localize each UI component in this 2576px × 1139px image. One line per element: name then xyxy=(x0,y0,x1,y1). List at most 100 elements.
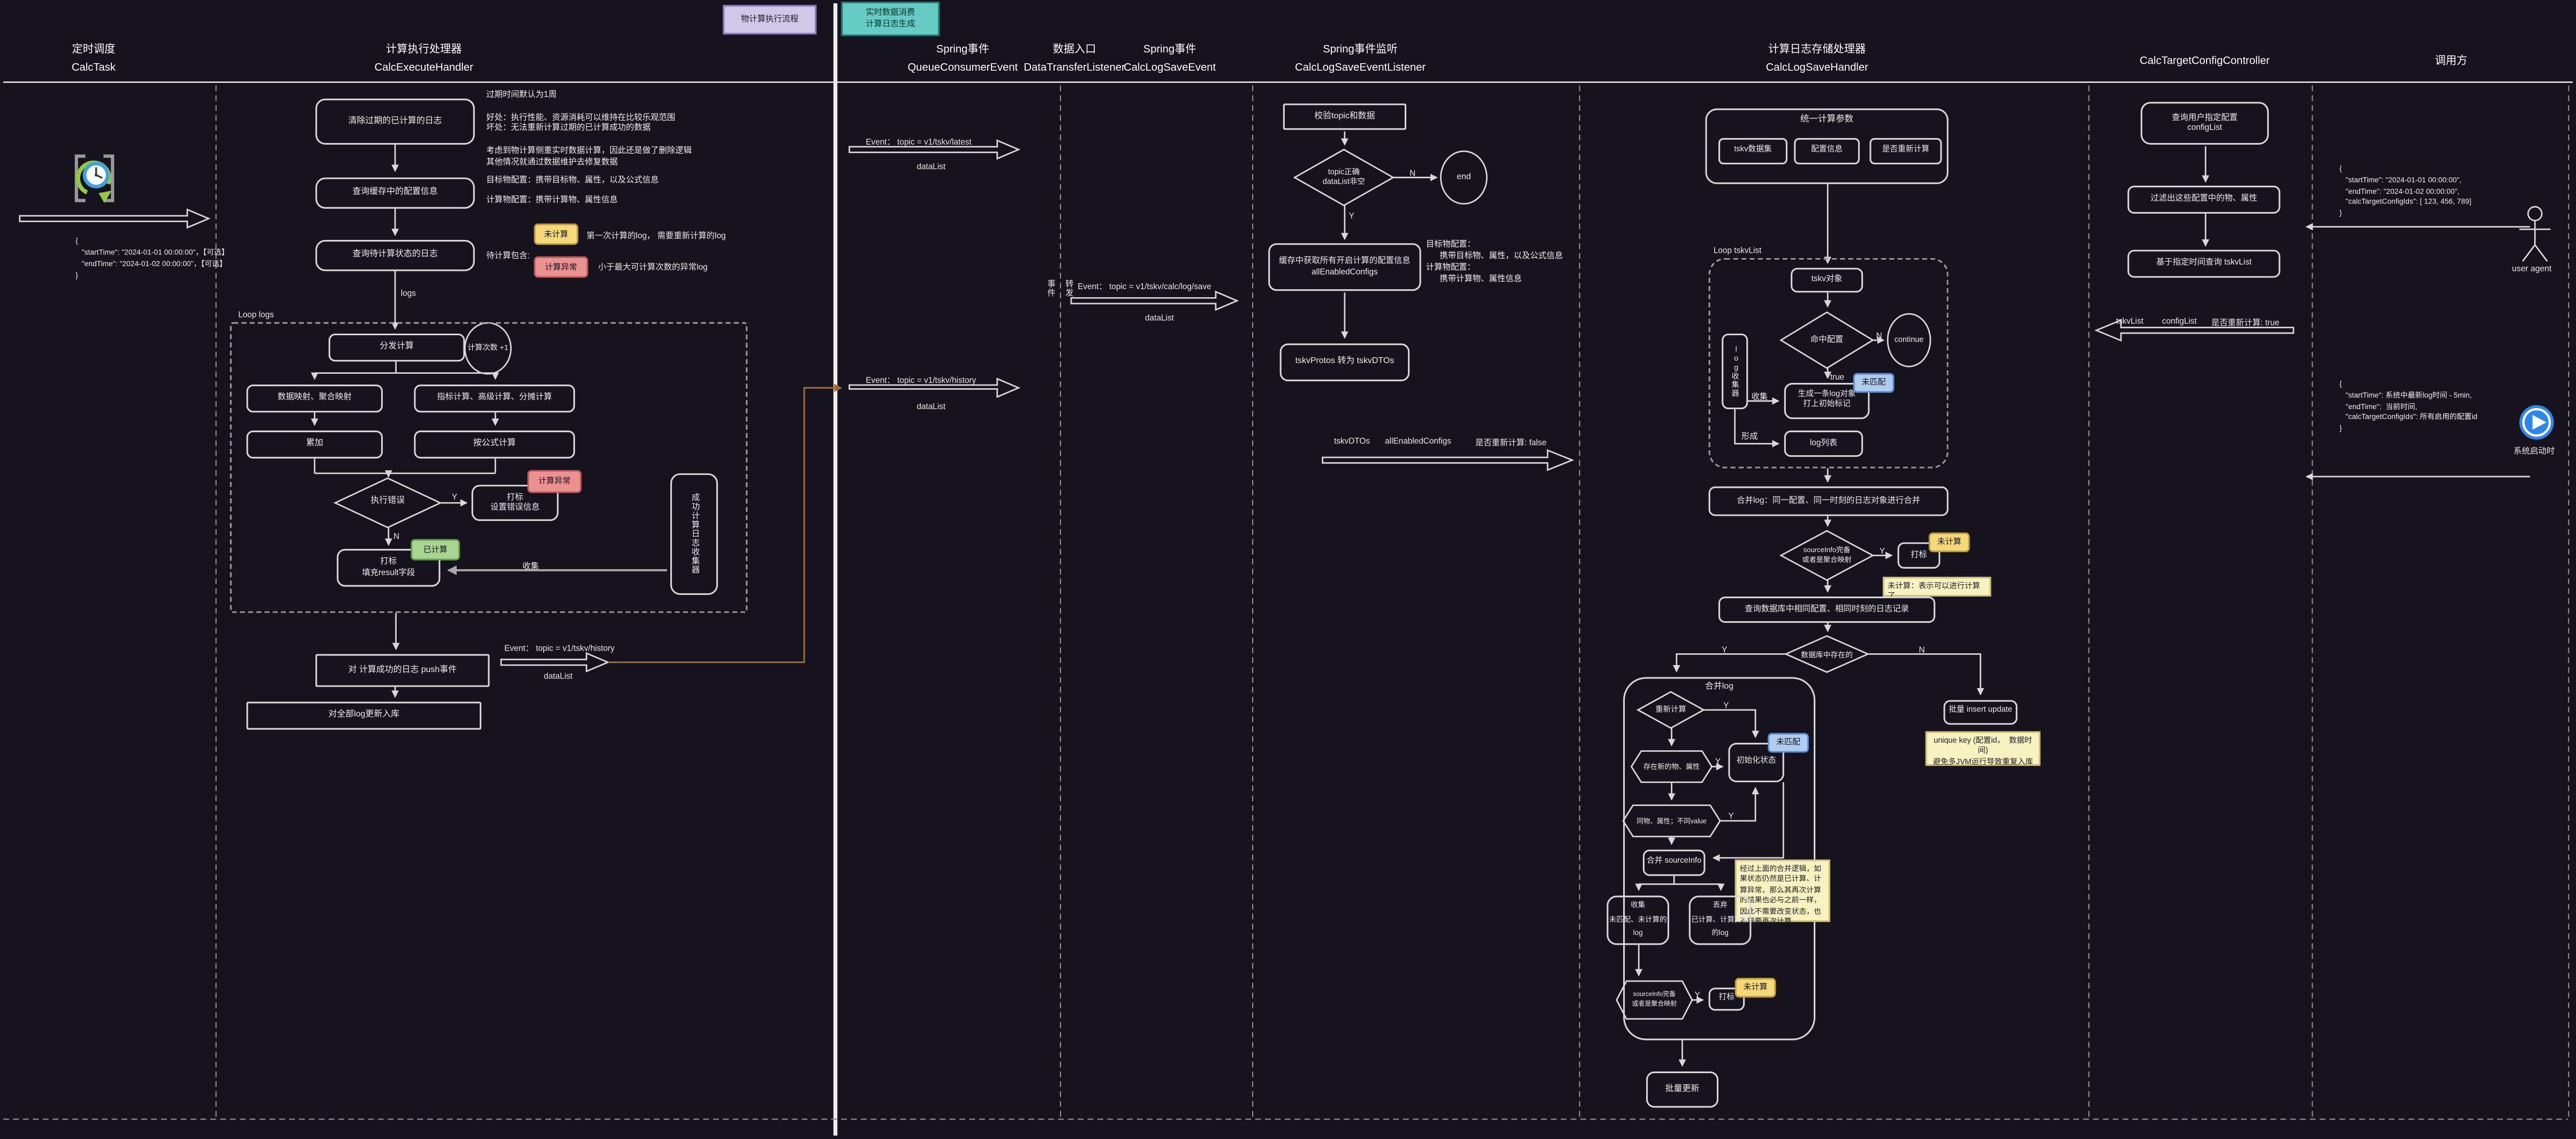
participant-caller: 调用方 xyxy=(2435,54,2467,71)
task-request-payload-note: { "startTime": "2024-01-01 00:00:00"，【可选… xyxy=(75,237,229,283)
node-filter-things: 过滤出这些配置中的物、属性 xyxy=(2127,186,2280,214)
flow-section-badge: 物计算执行流程 xyxy=(723,5,816,34)
out-recalc-false-label: 是否重新计算: false xyxy=(1475,437,1547,448)
branch-yes-label: Y xyxy=(1695,990,1700,1000)
out-configs-label: allEnabledConfigs xyxy=(1385,437,1451,447)
forward-label-right: 转发 xyxy=(1064,280,1075,298)
branch-no-label: N xyxy=(1919,645,1925,655)
forward-label-left: 事件 xyxy=(1045,280,1057,298)
logs-arrow-label: logs xyxy=(401,289,416,299)
participant-datatransferlistener: 数据入口 DataTransferListener xyxy=(1024,43,1125,78)
note-clear-expired: 过期时间默认为1周 好处：执行性能、资源消耗可以维持在比较乐观范围 坏处：无法重… xyxy=(486,90,692,168)
user-agent-label: user agent xyxy=(2512,265,2551,274)
participant-title: Spring事件 xyxy=(1124,43,1216,60)
ret-tskvlist-label: tskvList xyxy=(2116,316,2143,326)
loop-tskvlist-label: Loop tskvList xyxy=(1712,246,1763,255)
hex-sourceinfo2-label: sourceInfo完备 或者是聚合映射 xyxy=(1617,987,1692,1009)
node-get-enabled-configs: 缓存中获取所有开启计算的配置信息 allEnabledConfigs xyxy=(1268,243,1421,291)
participant-title: 定时调度 xyxy=(72,43,116,60)
node-indicator-calc: 指标计算、高级计算、分摊计算 xyxy=(414,384,575,412)
node-success-log-collector: 成功计算日志收集器 xyxy=(670,473,718,595)
system-startup-label: 系统启动时 xyxy=(2513,444,2555,456)
node-tskv-object: tskv对象 xyxy=(1791,268,1863,292)
node-batch-insert-update: 批量 insert update xyxy=(1944,700,2018,725)
node-query-pending-logs: 查询待计算状态的日志 xyxy=(315,240,475,271)
participant-title: 计算执行处理器 xyxy=(375,43,473,60)
caller-request-payload-note: { "startTime": "2024-01-01 00:00:00", "e… xyxy=(2339,164,2471,220)
participant-subtitle: CalcExecuteHandler xyxy=(375,60,473,77)
diagram-viewport: 物计算执行流程 实时数据消费 计算日志生成 定时调度 CalcTask 计算执行… xyxy=(0,0,2576,1139)
branch-yes-label: Y xyxy=(452,493,457,503)
merge-log-container-label: 合并log xyxy=(1623,681,1815,692)
user-agent-icon xyxy=(2519,207,2550,261)
node-param-recalc-flag: 是否重新计算 xyxy=(1869,138,1942,164)
node-log-collector: log收集器 xyxy=(1722,334,1748,409)
branch-true-label: true xyxy=(1830,372,1844,382)
datalist-label: dataList xyxy=(544,672,573,682)
branch-yes-label: Y xyxy=(1723,701,1729,711)
node-param-tskv-dataset: tskv数据集 xyxy=(1718,138,1787,164)
caller-startup-payload-note: { "startTime": 系统中最新log时间 - 5min, "endTi… xyxy=(2339,380,2477,435)
continue-circle-label: continue xyxy=(1888,332,1930,349)
node-data-mapping: 数据映射、聚合映射 xyxy=(246,384,383,412)
participant-calclogsaveeventlistener: Spring事件监听 CalcLogSaveEventListener xyxy=(1295,43,1426,78)
node-merge-sourceinfo: 合并 sourceInfo xyxy=(1643,850,1706,876)
node-query-user-config: 查询用户指定配置 configList xyxy=(2141,102,2269,145)
decision-db-exists-label: 数据库中存在的 xyxy=(1786,647,1868,662)
participant-calclogsavehandler: 计算日志存储处理器 CalcLogSaveHandler xyxy=(1766,43,1868,78)
node-param-config-info: 配置信息 xyxy=(1794,138,1860,164)
hex-new-things-label: 存在新的物、属性 xyxy=(1631,759,1711,774)
collect-label: 收集 xyxy=(522,560,539,571)
decision-sourceinfo-label: sourceInfo完备 或者是聚合映射 xyxy=(1781,544,1873,567)
node-update-all-logs: 对全部log更新入库 xyxy=(246,701,481,729)
participant-subtitle: CalcLogSaveEventListener xyxy=(1295,60,1426,77)
node-merge-log: 合并log：同一配置、同一时刻的日志对象进行合并 xyxy=(1709,486,1949,516)
ret-recalc-true-label: 是否重新计算: true xyxy=(2211,316,2279,328)
note-not-calc-meaning: 未计算：表示可以进行计算了 xyxy=(1883,577,1991,597)
not-calculated-desc: 第一次计算的log， 需要重新计算的log xyxy=(587,229,726,240)
play-icon xyxy=(2519,405,2554,439)
clock-icon xyxy=(73,156,114,203)
node-batch-update: 批量更新 xyxy=(1646,1072,1718,1108)
participant-subtitle: DataTransferListener xyxy=(1024,60,1125,77)
participant-title: Spring事件 xyxy=(907,43,1018,60)
branch-no-label: N xyxy=(393,532,399,542)
participant-title: CalcTargetConfigController xyxy=(2140,54,2270,71)
out-dtos-label: tskvDTOs xyxy=(1334,437,1370,447)
node-dispatch-calc: 分发计算 xyxy=(329,334,465,361)
status-badge-unmatched: 未匹配 xyxy=(1853,372,1895,392)
status-badge-unmatched-2: 未匹配 xyxy=(1768,732,1809,752)
branch-no-label: N xyxy=(1876,331,1882,341)
participant-subtitle: QueueConsumerEvent xyxy=(907,60,1018,77)
branch-yes-label: Y xyxy=(1349,212,1354,222)
participant-calclogsaveevent: Spring事件 CalcLogSaveEvent xyxy=(1124,43,1216,78)
node-query-db-logs: 查询数据库中相同配置、相同时刻的日志记录 xyxy=(1718,597,1935,623)
event-history-label: Event： topic = v1/tskv/history xyxy=(504,642,615,653)
decision-recalc-label: 重新计算 xyxy=(1638,703,1704,718)
realtime-section-badge: 实时数据消费 计算日志生成 xyxy=(841,2,940,36)
participant-subtitle: CalcLogSaveEvent xyxy=(1124,60,1216,77)
participant-title: 数据入口 xyxy=(1024,43,1125,60)
event-history-label-2: Event： topic = v1/tskv/history xyxy=(866,374,976,385)
node-push-success-event: 对 计算成功的日志 push事件 xyxy=(315,654,489,687)
branch-yes-label: Y xyxy=(1880,546,1885,556)
branch-no-label: N xyxy=(1410,169,1415,178)
note-unique-key: unique key (配置id， 数据时间) 避免多JVM运行导致重复入库 xyxy=(1926,731,2041,766)
node-query-cached-config: 查询缓存中的配置信息 xyxy=(315,177,475,208)
node-log-list: log列表 xyxy=(1784,431,1863,457)
participant-calctargetconfigcontroller: CalcTargetConfigController xyxy=(2140,54,2270,71)
collect-label: 收集 xyxy=(1751,390,1768,402)
status-badge-calc-error-2: 计算异常 xyxy=(527,470,581,492)
participant-subtitle: CalcLogSaveHandler xyxy=(1766,60,1868,77)
status-badge-calculated: 已计算 xyxy=(411,538,460,560)
event-latest-label: Event： topic = v1/tskv/latest xyxy=(866,135,971,147)
node-clear-expired-logs: 清除过期的已计算的日志 xyxy=(315,99,475,145)
branch-yes-label: Y xyxy=(1728,811,1733,821)
node-query-by-time: 基于指定时间查询 tskvList xyxy=(2127,250,2280,277)
node-formula-calc: 按公式计算 xyxy=(414,431,575,458)
branch-yes-label: Y xyxy=(1722,645,1727,655)
end-circle-label: end xyxy=(1441,169,1487,186)
branch-yes-label: Y xyxy=(1715,757,1721,766)
node-accumulate: 累加 xyxy=(246,431,383,458)
decision-topic-ok-label: topic正确 dataList非空 xyxy=(1298,160,1390,196)
